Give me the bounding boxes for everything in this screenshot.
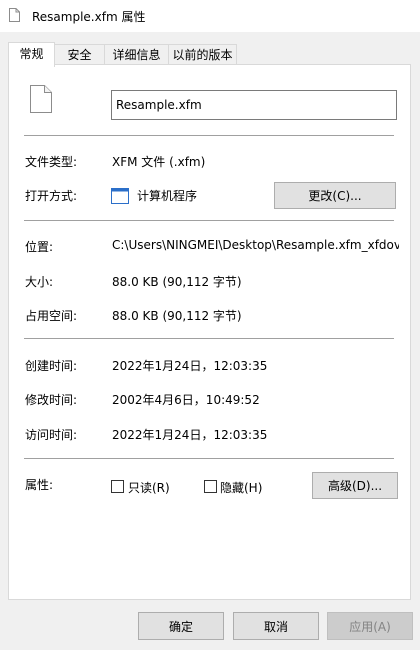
ok-button[interactable]: 确定 [138, 612, 224, 640]
open-with-label: 打开方式: [25, 189, 78, 203]
file-type-value: XFM 文件 (.xfm) [112, 155, 206, 169]
attributes-label: 属性: [25, 478, 54, 492]
size-value: 88.0 KB (90,112 字节) [112, 275, 242, 289]
application-window-icon [111, 188, 129, 204]
hidden-label[interactable]: 隐藏(H) [220, 479, 262, 496]
open-with-value: 计算机程序 [137, 189, 198, 203]
size-on-disk-label: 占用空间: [25, 309, 78, 323]
accessed-label: 访问时间: [25, 428, 78, 442]
file-type-label: 文件类型: [25, 155, 78, 169]
cancel-button[interactable]: 取消 [233, 612, 319, 640]
general-tab-panel: Resample.xfm 文件类型: XFM 文件 (.xfm) 打开方式: 计… [8, 64, 411, 600]
title-bar: Resample.xfm 属性 [0, 0, 420, 32]
file-name-input[interactable]: Resample.xfm [111, 90, 397, 120]
size-label: 大小: [25, 275, 54, 289]
size-on-disk-value: 88.0 KB (90,112 字节) [112, 309, 242, 323]
change-button[interactable]: 更改(C)... [274, 182, 396, 209]
tab-previous-versions[interactable]: 以前的版本 [168, 44, 237, 65]
file-icon [9, 8, 20, 22]
advanced-button[interactable]: 高级(D)... [312, 472, 398, 499]
window-title: Resample.xfm 属性 [32, 10, 146, 24]
location-value: C:\Users\NINGMEI\Desktop\Resample.xfm_xf… [112, 238, 399, 252]
modified-value: 2002年4月6日，10:49:52 [112, 393, 260, 407]
tab-security[interactable]: 安全 [54, 44, 105, 65]
file-icon [30, 85, 52, 113]
readonly-checkbox[interactable] [111, 480, 124, 493]
location-label: 位置: [25, 240, 54, 254]
readonly-label[interactable]: 只读(R) [128, 479, 170, 496]
created-value: 2022年1月24日，12:03:35 [112, 359, 268, 373]
modified-label: 修改时间: [25, 393, 78, 407]
hidden-checkbox[interactable] [204, 480, 217, 493]
accessed-value: 2022年1月24日，12:03:35 [112, 428, 268, 442]
tab-general[interactable]: 常规 [8, 42, 55, 67]
apply-button[interactable]: 应用(A) [327, 612, 413, 640]
divider [24, 135, 394, 136]
tab-details[interactable]: 详细信息 [104, 44, 169, 65]
divider [24, 458, 394, 459]
divider [24, 338, 394, 339]
divider [24, 220, 394, 221]
created-label: 创建时间: [25, 359, 78, 373]
